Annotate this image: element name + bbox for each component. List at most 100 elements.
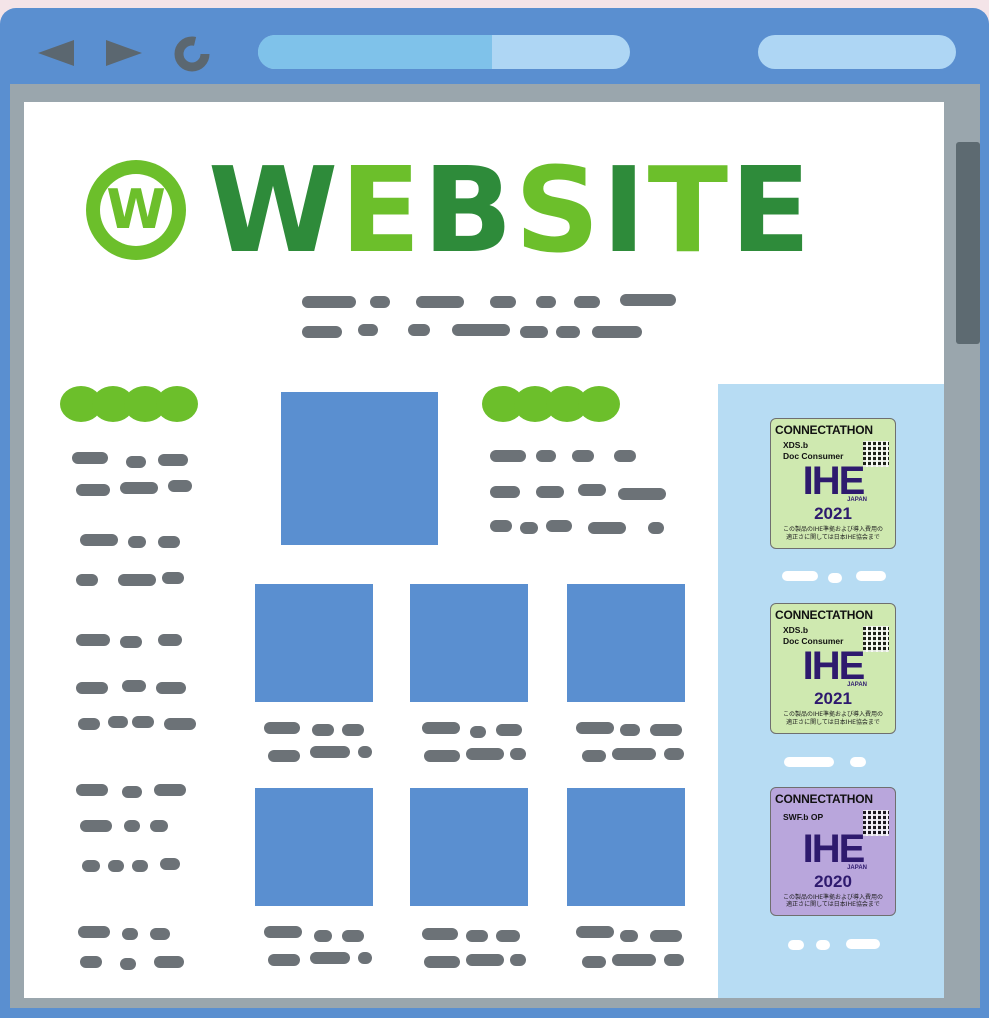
address-bar[interactable] — [258, 35, 630, 69]
placeholder-text — [122, 928, 138, 940]
ihe-logo: IHE — [802, 459, 866, 504]
sidebar-placeholder — [846, 939, 880, 949]
placeholder-text — [156, 682, 186, 694]
featured-image[interactable] — [281, 392, 438, 545]
sidebar-placeholder — [782, 571, 818, 581]
placeholder-text — [118, 574, 156, 586]
badge-title: CONNECTATHON — [775, 423, 873, 437]
placeholder-text — [422, 928, 458, 940]
section-heading — [60, 386, 198, 422]
placeholder-text — [546, 520, 572, 532]
placeholder-text — [592, 326, 642, 338]
placeholder-text — [342, 930, 364, 942]
placeholder-text — [664, 748, 684, 760]
badge-year: 2021 — [814, 504, 852, 524]
placeholder-text — [536, 296, 556, 308]
placeholder-text — [620, 930, 638, 942]
load-progress-bar — [258, 35, 493, 69]
placeholder-text — [122, 680, 146, 692]
placeholder-text — [268, 750, 300, 762]
placeholder-text — [650, 930, 682, 942]
thumbnail-image[interactable] — [567, 584, 685, 702]
sidebar-placeholder — [816, 940, 830, 950]
placeholder-text — [78, 926, 110, 938]
placeholder-text — [358, 324, 378, 336]
connectathon-badge: CONNECTATHON XDS.b Doc Consumer IHE JAPAN… — [770, 418, 896, 549]
placeholder-text — [422, 722, 460, 734]
placeholder-text — [108, 860, 124, 872]
placeholder-text — [588, 522, 626, 534]
placeholder-text — [76, 484, 110, 496]
thumbnail-image[interactable] — [255, 788, 373, 906]
placeholder-text — [648, 522, 664, 534]
placeholder-text — [466, 930, 488, 942]
badge-note-line2: 適正さに関しては日本IHE協会まで — [786, 719, 880, 727]
placeholder-text — [496, 724, 522, 736]
placeholder-text — [408, 324, 430, 336]
placeholder-text — [536, 486, 564, 498]
placeholder-text — [424, 750, 460, 762]
title-letter: T — [647, 141, 731, 279]
thumbnail-image[interactable] — [255, 584, 373, 702]
badge-line1: SWF.b OP — [783, 812, 824, 822]
badge-title: CONNECTATHON — [775, 608, 873, 622]
placeholder-text — [520, 522, 538, 534]
placeholder-text — [358, 746, 372, 758]
placeholder-text — [520, 326, 548, 338]
placeholder-text — [490, 486, 520, 498]
badge-note-line2: 適正さに関しては日本IHE協会まで — [786, 534, 880, 542]
title-letter: W — [208, 141, 341, 279]
site-logo[interactable]: W WEBSITE — [86, 150, 813, 270]
thumbnail-image[interactable] — [410, 584, 528, 702]
placeholder-text — [150, 928, 170, 940]
placeholder-text — [466, 954, 504, 966]
logo-w-icon: W — [86, 160, 186, 260]
placeholder-text — [76, 682, 108, 694]
reload-icon[interactable] — [172, 34, 212, 74]
placeholder-text — [158, 454, 188, 466]
placeholder-text — [264, 926, 302, 938]
placeholder-text — [128, 536, 146, 548]
placeholder-text — [302, 296, 356, 308]
title-letter: E — [730, 141, 813, 279]
placeholder-text — [264, 722, 300, 734]
placeholder-text — [310, 952, 350, 964]
forward-arrow-icon[interactable] — [104, 38, 146, 68]
ihe-logo: IHE — [802, 644, 866, 689]
badge-year: 2020 — [814, 871, 852, 891]
title-letter: I — [601, 141, 648, 279]
placeholder-text — [132, 716, 154, 728]
search-bar[interactable] — [758, 35, 956, 69]
badge-year: 2021 — [814, 689, 852, 709]
placeholder-text — [536, 450, 556, 462]
sidebar-placeholder — [784, 757, 834, 767]
section-heading — [482, 386, 620, 422]
placeholder-text — [72, 452, 108, 464]
placeholder-text — [76, 784, 108, 796]
placeholder-text — [664, 954, 684, 966]
qr-code-icon — [863, 441, 889, 467]
badge-note-line1: この製品のIHE準拠および導入費用の — [782, 711, 884, 719]
placeholder-text — [342, 724, 364, 736]
qr-code-icon — [863, 810, 889, 836]
logo-letter: W — [100, 174, 172, 246]
placeholder-text — [582, 750, 606, 762]
back-arrow-icon[interactable] — [34, 38, 76, 68]
thumbnail-image[interactable] — [410, 788, 528, 906]
placeholder-text — [120, 482, 158, 494]
placeholder-text — [310, 746, 350, 758]
badge-note: この製品のIHE準拠および導入費用の 適正さに関しては日本IHE協会まで — [775, 894, 891, 910]
thumbnail-image[interactable] — [567, 788, 685, 906]
badge-line1: XDS.b — [783, 625, 809, 635]
placeholder-text — [490, 450, 526, 462]
placeholder-text — [618, 488, 666, 500]
connectathon-badge: CONNECTATHON XDS.b Doc Consumer IHE JAPAN… — [770, 603, 896, 734]
placeholder-text — [572, 450, 594, 462]
placeholder-text — [490, 520, 512, 532]
title-letter: B — [422, 141, 515, 279]
placeholder-text — [124, 820, 140, 832]
placeholder-text — [466, 748, 504, 760]
sidebar-placeholder — [850, 757, 866, 767]
placeholder-text — [120, 636, 142, 648]
scrollbar-thumb[interactable] — [956, 142, 980, 344]
